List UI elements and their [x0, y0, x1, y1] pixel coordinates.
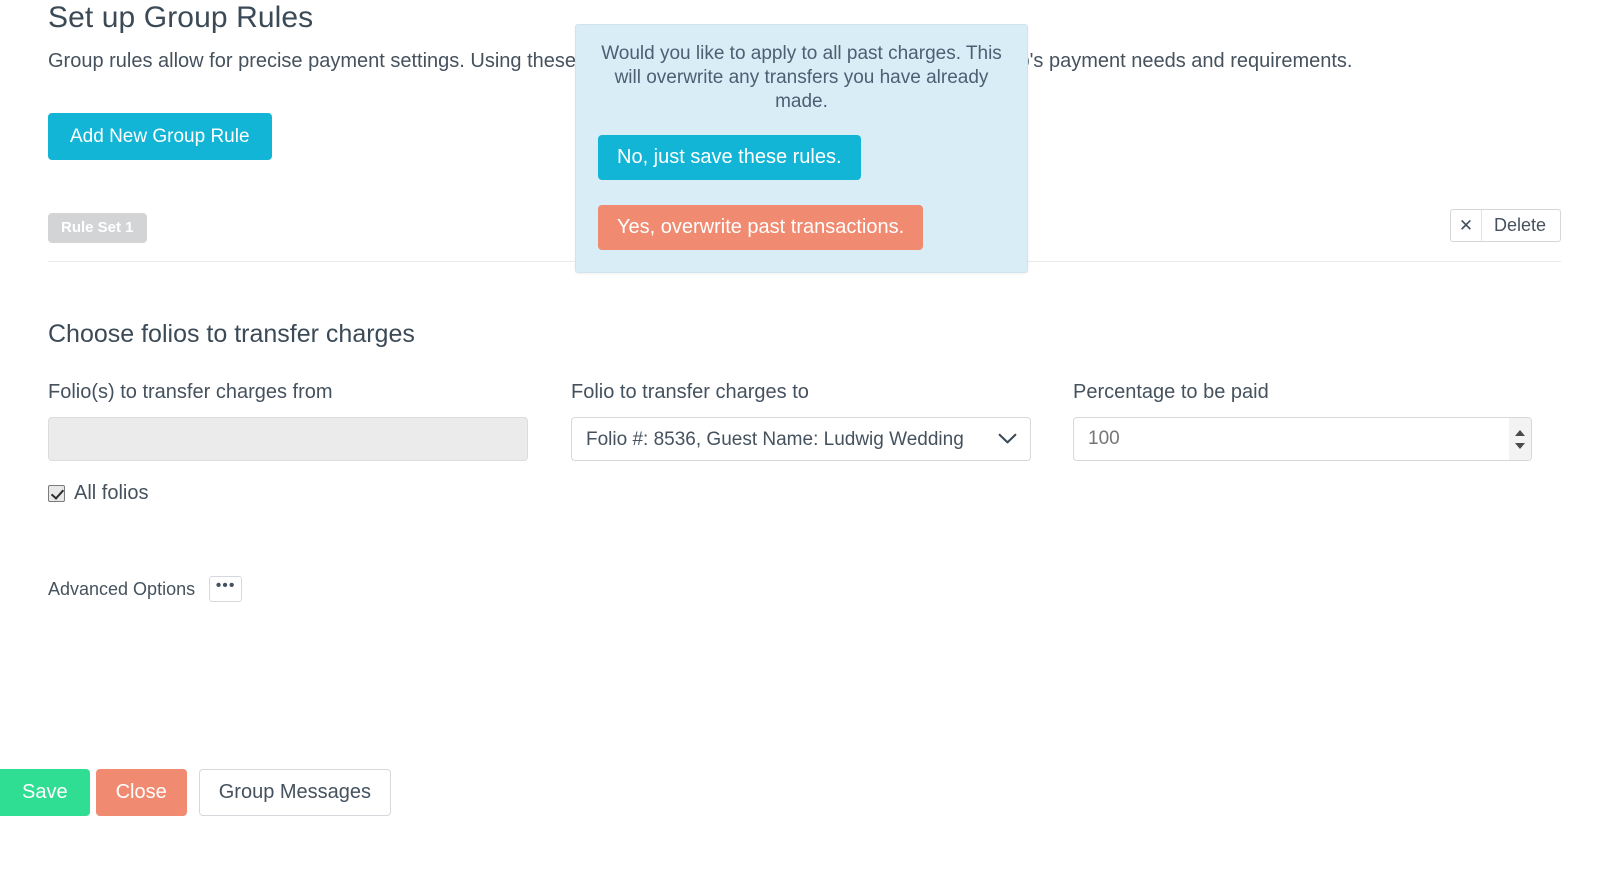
section-title: Choose folios to transfer charges — [48, 320, 415, 348]
cancel-button[interactable]: Close — [95, 769, 187, 816]
add-new-group-rule-button[interactable]: Add New Group Rule — [48, 113, 272, 160]
caret-up-icon[interactable] — [1515, 429, 1525, 436]
folio-to-select-wrap: Folio #: 8536, Guest Name: Ludwig Weddin… — [571, 417, 1031, 461]
overwrite-past-transactions-button[interactable]: Yes, overwrite past transactions. — [598, 205, 924, 250]
folios-from-input[interactable] — [48, 417, 528, 461]
folios-from-field: Folio(s) to transfer charges from — [48, 378, 528, 461]
save-button[interactable]: Save — [0, 769, 90, 816]
percentage-input[interactable] — [1073, 417, 1532, 461]
all-folios-label: All folios — [74, 482, 149, 504]
folio-to-select[interactable]: Folio #: 8536, Guest Name: Ludwig Weddin… — [571, 417, 1031, 461]
percentage-label: Percentage to be paid — [1073, 381, 1269, 403]
close-icon: ✕ — [1451, 210, 1482, 241]
ellipsis-icon[interactable]: ••• — [209, 576, 243, 602]
rule-set-tab[interactable]: Rule Set 1 — [48, 213, 147, 243]
folio-to-label: Folio to transfer charges to — [571, 381, 809, 403]
all-folios-checkbox[interactable] — [48, 484, 65, 502]
advanced-options-label: Advanced Options — [48, 579, 196, 599]
footer-toolbar: Save Close Group Messages — [0, 769, 392, 816]
delete-label: Delete — [1493, 215, 1546, 235]
percentage-input-wrap — [1073, 417, 1532, 461]
group-rules-page: Set up Group Rules Group rules allow for… — [0, 0, 1609, 882]
page-title: Set up Group Rules — [48, 1, 314, 34]
folio-to-field: Folio to transfer charges to Folio #: 85… — [571, 378, 1031, 461]
all-folios-checkbox-row[interactable]: All folios — [48, 481, 148, 505]
delete-rule-set-button[interactable]: ✕ Delete — [1449, 209, 1561, 242]
group-messages-button[interactable]: Group Messages — [198, 769, 392, 816]
caret-down-icon[interactable] — [1515, 442, 1525, 449]
advanced-options-row: Advanced Options ••• — [48, 576, 243, 602]
save-rules-only-button[interactable]: No, just save these rules. — [598, 135, 861, 180]
quantity-stepper[interactable] — [1509, 418, 1531, 460]
percentage-field: Percentage to be paid — [1073, 378, 1532, 461]
apply-past-charges-popover: Would you like to apply to all past char… — [575, 24, 1028, 273]
folios-from-label: Folio(s) to transfer charges from — [48, 381, 333, 403]
popover-message: Would you like to apply to all past char… — [601, 43, 1002, 112]
